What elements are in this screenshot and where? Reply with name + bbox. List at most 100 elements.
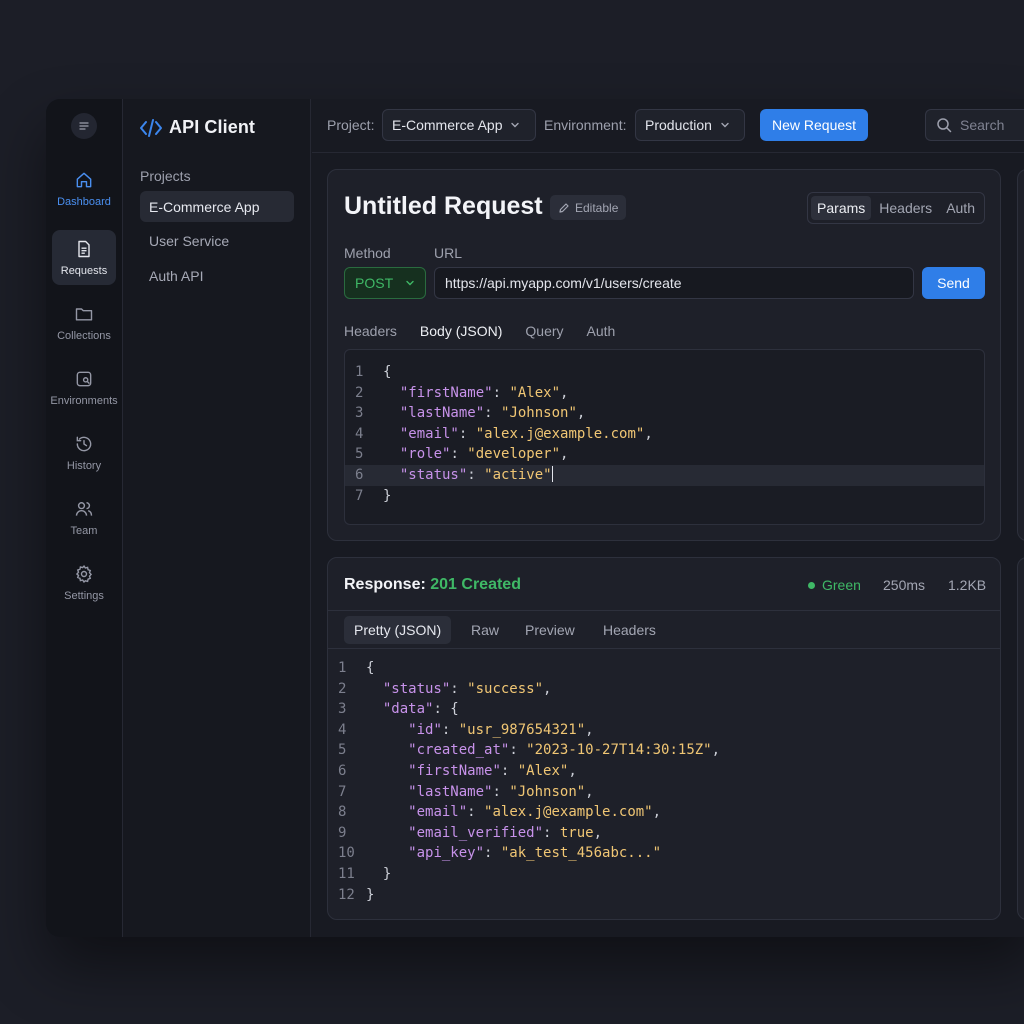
json-punctuation: , xyxy=(593,824,603,841)
projects-heading: Projects xyxy=(140,168,191,184)
json-key: "api_key" xyxy=(408,845,485,862)
rail-item-label: Dashboard xyxy=(57,196,111,208)
tab-response-headers[interactable]: Headers xyxy=(593,616,666,644)
app-window: Dashboard Requests Collections Environme… xyxy=(46,99,1024,937)
environment-select[interactable]: Production xyxy=(635,109,745,141)
search-placeholder: Search xyxy=(960,117,1005,133)
json-punctuation: , xyxy=(560,446,569,463)
tab-preview[interactable]: Preview xyxy=(515,616,585,644)
response-health: Green xyxy=(808,577,861,593)
method-select[interactable]: POST xyxy=(344,267,426,299)
json-punctuation: : { xyxy=(433,701,459,718)
request-panel: Untitled Request Editable Params Headers… xyxy=(327,169,1001,541)
code-line: 12} xyxy=(328,885,1000,906)
rail-item-environments[interactable]: Environments xyxy=(50,360,118,415)
code-line: 11 } xyxy=(328,864,1000,885)
request-code: 1{2 "firstName": "Alex", 3 "lastName": "J… xyxy=(345,362,984,506)
json-punctuation xyxy=(366,722,408,738)
json-punctuation: , xyxy=(644,425,653,442)
json-punctuation: : xyxy=(484,405,502,422)
line-number: 1 xyxy=(338,660,347,676)
rail-item-settings[interactable]: Settings xyxy=(52,555,116,610)
url-input[interactable]: https://api.myapp.com/v1/users/create xyxy=(434,267,914,299)
tab-headers[interactable]: Headers xyxy=(873,196,938,220)
json-value: "Alex" xyxy=(509,384,561,401)
json-punctuation: , xyxy=(585,783,594,800)
json-key: "status" xyxy=(382,680,451,697)
rail-item-requests[interactable]: Requests xyxy=(52,230,116,285)
subtab-headers[interactable]: Headers xyxy=(344,323,397,351)
pencil-icon xyxy=(559,202,569,213)
code-line: 1{ xyxy=(328,658,1000,679)
code-line: 4 "email": "alex.j@example.com", xyxy=(345,424,984,445)
response-panel: Response: 201 Created Green 250ms 1.2KB … xyxy=(327,557,1001,920)
history-icon xyxy=(76,436,92,452)
sidebar-item-ecommerce-app[interactable]: E-Commerce App xyxy=(140,191,294,222)
json-punctuation xyxy=(366,784,408,800)
main-area: Project: E-Commerce App Environment: Pro… xyxy=(312,99,1024,937)
environment-select-value: Production xyxy=(645,117,712,133)
tab-params[interactable]: Params xyxy=(811,196,872,220)
menu-toggle-button[interactable] xyxy=(71,113,97,139)
tab-pretty-json[interactable]: Pretty (JSON) xyxy=(344,616,452,644)
rail-item-team[interactable]: Team xyxy=(52,490,116,545)
json-punctuation: , xyxy=(543,680,552,697)
subtab-body-json[interactable]: Body (JSON) xyxy=(419,323,503,351)
json-punctuation xyxy=(366,763,408,779)
json-punctuation: , xyxy=(585,721,594,738)
code-line: 1{ xyxy=(345,362,984,383)
json-value: "2023-10-27T14:30:15Z" xyxy=(526,742,712,759)
line-number: 7 xyxy=(338,783,347,800)
json-punctuation xyxy=(366,701,383,717)
response-size: 1.2KB xyxy=(948,577,987,593)
json-key: "email" xyxy=(408,804,468,821)
subtab-auth[interactable]: Auth xyxy=(587,323,616,351)
line-number: 3 xyxy=(355,405,364,422)
rail-item-dashboard[interactable]: Dashboard xyxy=(52,161,116,216)
json-key: "data" xyxy=(382,701,434,718)
environment-icon xyxy=(76,371,92,387)
json-punctuation xyxy=(366,681,383,697)
project-select[interactable]: E-Commerce App xyxy=(382,109,536,141)
sidebar-item-user-service[interactable]: User Service xyxy=(140,225,294,256)
json-value: "alex.j@example.com" xyxy=(484,804,653,821)
json-punctuation xyxy=(383,405,400,421)
sidebar-item-auth-api[interactable]: Auth API xyxy=(140,260,294,291)
users-icon xyxy=(75,502,93,516)
tab-raw[interactable]: Raw xyxy=(461,616,509,644)
json-key: "firstName" xyxy=(399,384,493,401)
send-button[interactable]: Send xyxy=(922,267,985,299)
app-title: API Client xyxy=(169,117,256,137)
line-number: 4 xyxy=(338,721,347,738)
json-punctuation: { xyxy=(383,364,392,380)
json-punctuation: : xyxy=(543,824,560,841)
code-line: 6 "firstName": "Alex", xyxy=(328,761,1000,782)
line-number: 5 xyxy=(355,446,364,463)
json-key: "status" xyxy=(399,466,468,483)
top-bar: Project: E-Commerce App Environment: Pro… xyxy=(312,99,1024,153)
request-title[interactable]: Untitled Request xyxy=(344,192,543,221)
rail-item-collections[interactable]: Collections xyxy=(52,295,116,350)
new-request-button[interactable]: New Request xyxy=(760,109,869,141)
subtab-query[interactable]: Query xyxy=(525,323,563,351)
rail-item-history[interactable]: History xyxy=(52,425,116,480)
tab-auth[interactable]: Auth xyxy=(940,196,981,220)
code-line: 7} xyxy=(345,486,984,507)
rail-item-label: Collections xyxy=(57,330,111,342)
editable-badge[interactable]: Editable xyxy=(550,195,627,220)
json-punctuation: : xyxy=(450,446,468,463)
rail-item-label: Environments xyxy=(50,395,118,407)
line-number: 4 xyxy=(355,425,364,442)
json-value: "developer" xyxy=(467,446,561,463)
json-punctuation xyxy=(366,804,408,820)
request-body-tabs: Headers Body (JSON) Query Auth xyxy=(344,323,615,351)
line-number: 5 xyxy=(338,742,347,759)
json-value: "active" xyxy=(484,466,552,483)
json-value: "usr_987654321" xyxy=(458,721,586,738)
folder-icon xyxy=(75,308,93,321)
response-code[interactable]: 1{2 "status": "success", 3 "data": {4 "id… xyxy=(328,658,1000,905)
search-input[interactable]: Search xyxy=(925,109,1024,141)
json-key: "role" xyxy=(399,446,451,463)
json-punctuation: : xyxy=(484,845,501,862)
request-body-editor[interactable]: 1{2 "firstName": "Alex", 3 "lastName": "J… xyxy=(344,349,985,525)
